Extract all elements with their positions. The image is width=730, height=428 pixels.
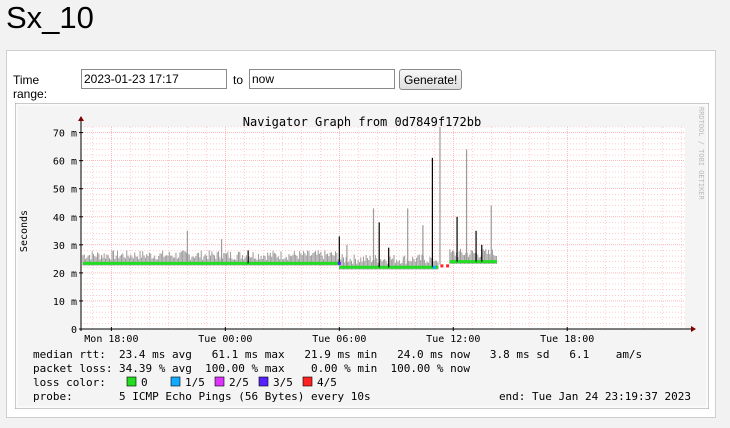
stats-loss-label: packet loss: — [33, 362, 112, 375]
legend-label-item: 3/5 — [273, 376, 293, 389]
stats-median-label: median rtt: — [33, 348, 106, 361]
page-title: Sx_10 — [6, 0, 94, 35]
x-tick-label: Tue 00:00 — [198, 334, 252, 345]
generate-button[interactable]: Generate! — [399, 69, 463, 90]
end-time: end: Tue Jan 24 23:19:37 2023 — [499, 390, 691, 403]
loss-marker — [440, 264, 444, 268]
x-tick-label: Tue 06:00 — [312, 334, 366, 345]
y-tick-label: 30 m — [53, 241, 77, 252]
legend-swatch — [258, 376, 269, 387]
loss-marker — [432, 265, 436, 269]
y-tick-label: 60 m — [53, 157, 77, 168]
y-axis-label: Seconds — [19, 210, 30, 252]
navigator-graph: 0 10 m 20 m 30 m 40 m 50 m 60 m 70 m Mon 18:00 Tu… — [15, 103, 709, 409]
legend-label-item: 0 — [141, 376, 148, 389]
chart-title: Navigator Graph from 0d7849f172bb — [243, 115, 481, 129]
legend-label-item: 1/5 — [185, 376, 205, 389]
y-tick-label: 40 m — [53, 213, 77, 224]
probe-value: 5 ICMP Echo Pings (56 Bytes) every 10s — [119, 390, 371, 403]
y-tick-label: 50 m — [53, 185, 77, 196]
x-tick-label: Tue 18:00 — [540, 334, 594, 345]
legend-label: loss color: — [33, 376, 106, 389]
legend-swatch — [302, 376, 313, 387]
loss-marker — [337, 261, 341, 265]
y-tick-label: 70 m — [53, 129, 77, 140]
legend-label-item: 4/5 — [317, 376, 337, 389]
legend-swatch — [170, 376, 181, 387]
stats-loss-values: 34.39 % avg 100.00 % max 0.00 % min 100.… — [119, 362, 470, 375]
x-tick-label: Tue 12:00 — [426, 334, 480, 345]
stats-median-values: 23.4 ms avg 61.1 ms max 21.9 ms min 24.0… — [119, 348, 642, 361]
time-range-from-input[interactable] — [81, 69, 227, 89]
legend-label-item: 2/5 — [229, 376, 249, 389]
y-tick-label: 10 m — [53, 297, 77, 308]
probe-label: probe: — [33, 390, 73, 403]
legend-swatch — [126, 376, 137, 387]
loss-marker — [446, 264, 450, 268]
x-tick-label: Mon 18:00 — [84, 334, 138, 345]
time-range-to-label: to — [233, 73, 244, 87]
time-range-label: Time range: — [13, 73, 48, 101]
rrdtool-watermark: RRDTOOL / TOBI OETIKER — [697, 107, 705, 201]
time-range-to-input[interactable] — [249, 69, 395, 89]
legend-swatch — [214, 376, 225, 387]
graph-panel: Time range: to Generate! 0 10 m 20 m 30 m 40… — [6, 50, 716, 418]
y-tick-label: 20 m — [53, 269, 77, 280]
y-tick-label: 0 — [71, 325, 77, 336]
